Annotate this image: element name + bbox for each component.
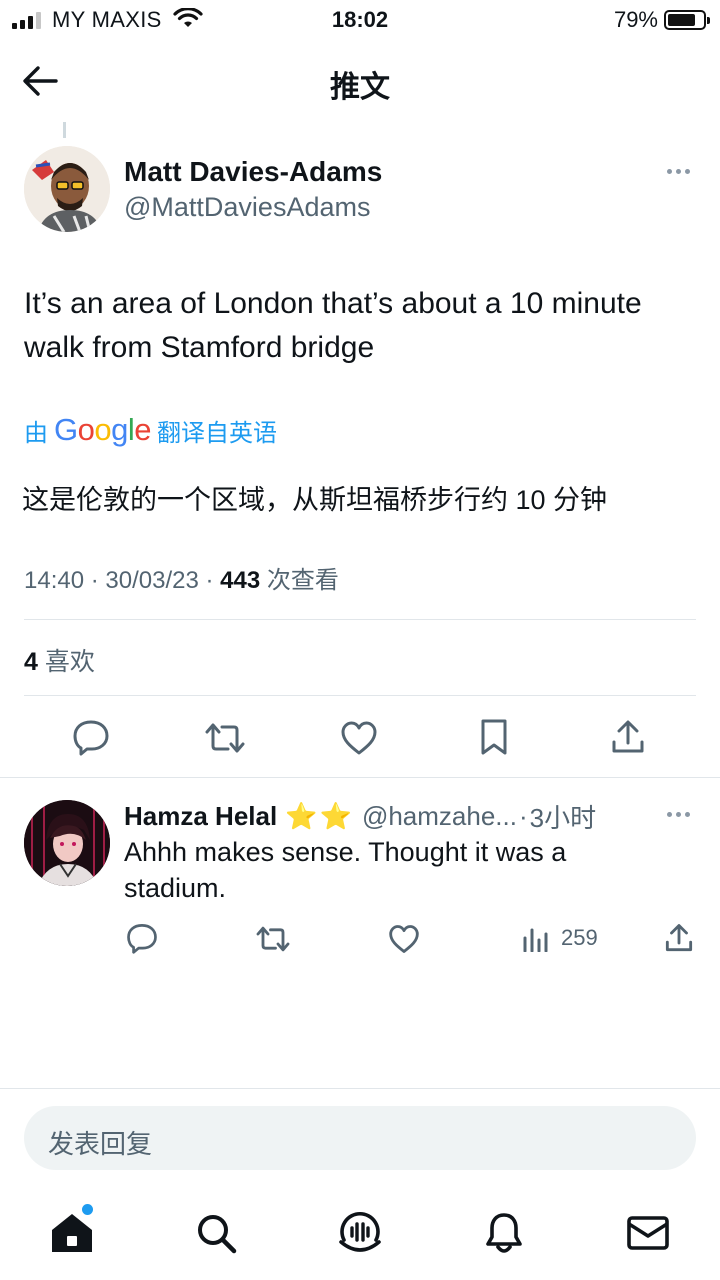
messages-icon[interactable] [626, 1214, 670, 1252]
divider [24, 619, 696, 620]
reply-time: 3小时 [529, 803, 597, 833]
battery-percent: 79% [613, 7, 658, 32]
tweet-text: It’s an area of London that’s about a 10… [24, 287, 642, 364]
status-bar: MY MAXIS 18:02 79% [0, 0, 720, 40]
more-options-icon[interactable] [667, 812, 690, 817]
notification-dot [82, 1204, 93, 1215]
home-icon[interactable] [50, 1212, 94, 1254]
reply-composer[interactable]: 发表回复 [24, 1106, 696, 1170]
view-count: 443 [220, 567, 261, 594]
like-icon[interactable] [388, 924, 420, 954]
like-icon[interactable] [340, 720, 378, 756]
page-title: 推文 [330, 71, 390, 104]
avatar[interactable] [24, 146, 110, 232]
clock: 18:02 [331, 7, 389, 32]
translate-suffix: 翻译自英语 [157, 419, 278, 447]
google-logo: Google [54, 412, 152, 447]
divider [0, 777, 720, 778]
retweet-icon[interactable] [204, 720, 246, 756]
battery-icon [664, 10, 710, 30]
divider [0, 1088, 720, 1089]
spaces-icon[interactable] [337, 1210, 383, 1256]
translation-attribution[interactable]: 由 Google 翻译自英语 [24, 412, 277, 448]
likes-count: 4 [24, 648, 38, 676]
bookmark-icon[interactable] [479, 718, 509, 756]
translated-text: 这是伦敦的一个区域，从斯坦福桥步行约 10 分钟 [22, 485, 608, 515]
notifications-icon[interactable] [484, 1211, 524, 1255]
composer-placeholder: 发表回复 [48, 1129, 153, 1159]
reply-icon[interactable] [72, 718, 110, 756]
retweet-icon[interactable] [255, 924, 291, 954]
tweet-date: 30/03/23 [105, 567, 199, 594]
translate-prefix: 由 [24, 419, 48, 447]
likes-label: 喜欢 [44, 648, 95, 676]
more-options-icon[interactable] [667, 169, 690, 174]
tweet-meta: 14:40 · 30/03/23 · 443 次查看 [24, 567, 339, 594]
views-icon[interactable] [522, 926, 550, 952]
divider [24, 695, 696, 696]
thread-connector [63, 122, 66, 138]
reply-icon[interactable] [126, 922, 158, 954]
author-handle[interactable]: @MattDaviesAdams [124, 192, 370, 223]
reply-author-name[interactable]: Hamza Helal [124, 801, 277, 832]
tweet-time: 14:40 [24, 567, 85, 594]
avatar[interactable] [24, 800, 110, 886]
search-icon[interactable] [195, 1212, 237, 1254]
likes-summary[interactable]: 4 喜欢 [24, 642, 95, 678]
reply-view-count: 259 [561, 925, 598, 950]
star-emoji: ⭐⭐ [285, 801, 354, 831]
share-icon[interactable] [664, 922, 694, 954]
reply-text: Ahhh makes sense. Thought it was a stadi… [124, 837, 567, 903]
share-icon[interactable] [610, 718, 646, 756]
author-name[interactable]: Matt Davies-Adams [124, 156, 382, 188]
view-label: 次查看 [266, 567, 339, 594]
reply-author-handle[interactable]: @hamzahe... [362, 801, 517, 832]
reply-header: Hamza Helal ⭐⭐ @hamzahe... · 3小时 [124, 798, 596, 835]
